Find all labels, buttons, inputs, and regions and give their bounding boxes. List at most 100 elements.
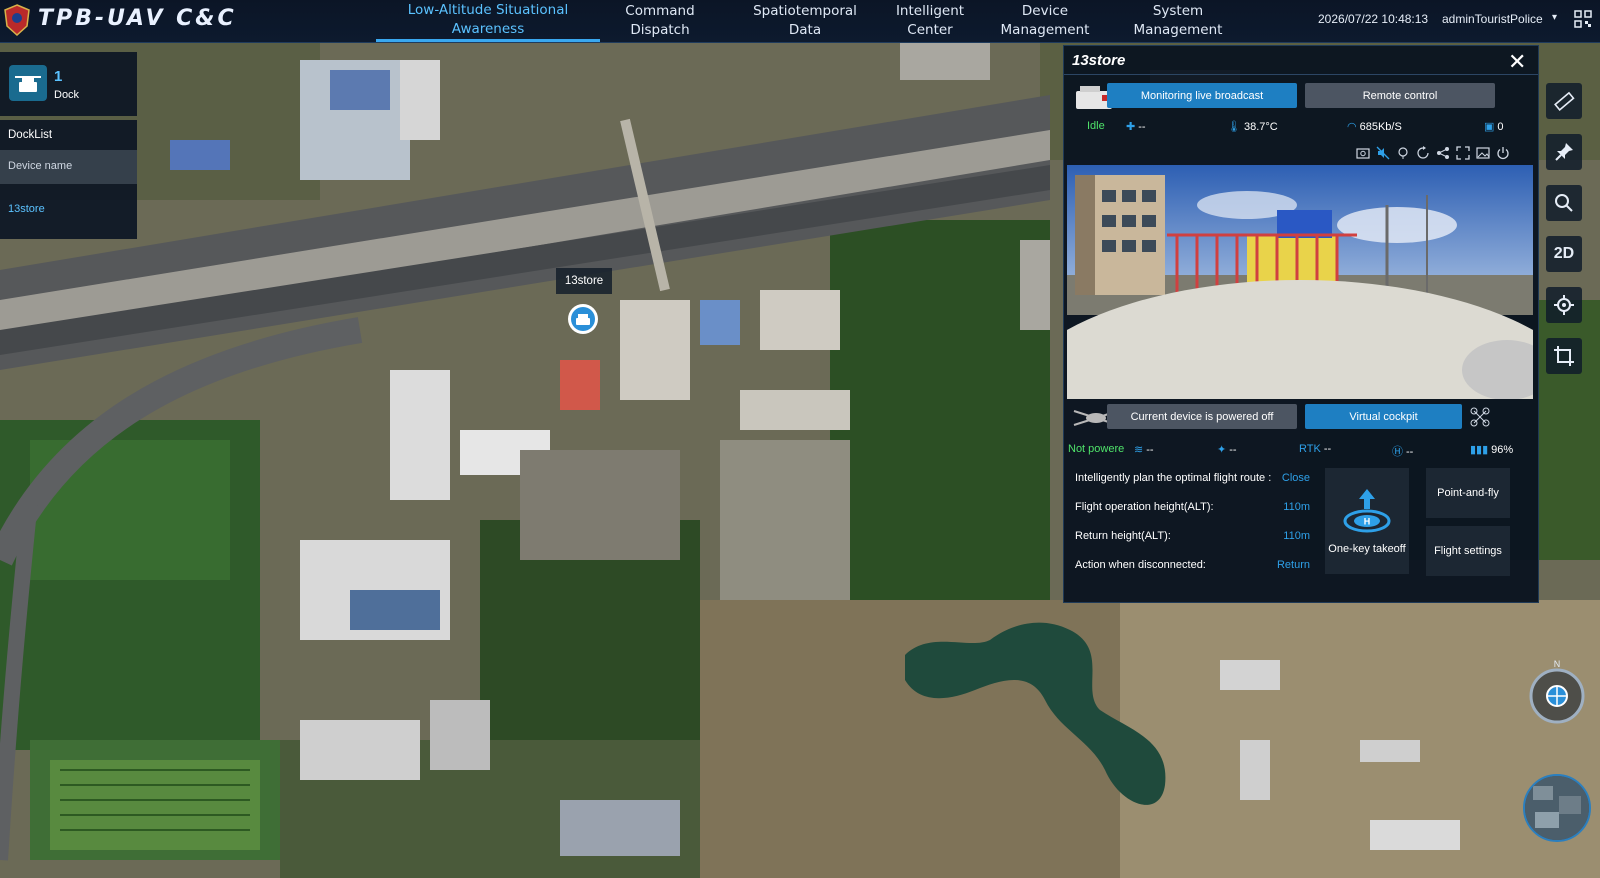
nav-label-line2: Dispatch [630, 22, 690, 38]
column-header-device-name: Device name [8, 160, 73, 172]
rtk-stat: RTK -- [1299, 443, 1331, 455]
nav-intelligent-center[interactable]: Intelligent Center [880, 0, 980, 42]
remote-control-button[interactable]: Remote control [1305, 83, 1495, 108]
disconnect-action-label: Action when disconnected: [1075, 559, 1206, 571]
temperature-value: 38.7°C [1243, 121, 1278, 133]
drone-link-icon: ✚ [1126, 121, 1136, 133]
2d-toggle-button[interactable]: 2D [1546, 236, 1582, 272]
return-height-label: Return height(ALT): [1075, 530, 1171, 542]
compass-north: N [1554, 659, 1561, 669]
battery-value: 96% [1491, 444, 1514, 456]
power-icon[interactable] [1496, 146, 1510, 160]
route-planning-toggle[interactable]: Close [1254, 472, 1310, 484]
flight-height-value[interactable]: 110m [1254, 501, 1310, 513]
nav-label-line1: Intelligent [895, 3, 965, 19]
storage-icon: ▣ [1484, 121, 1495, 133]
wind-icon: ≋ [1134, 444, 1144, 456]
return-height-value[interactable]: 110m [1254, 530, 1310, 542]
dock-link-stat: ✚ -- [1126, 120, 1146, 133]
route-planning-label: Intelligently plan the optimal flight ro… [1075, 472, 1272, 484]
dock-icon [9, 65, 47, 101]
chevron-down-icon[interactable]: ▾ [1552, 12, 1557, 23]
nav-label-line1: Command [625, 3, 695, 19]
live-video-feed[interactable] [1067, 165, 1533, 399]
share-icon[interactable] [1436, 146, 1450, 160]
monitoring-live-broadcast-button[interactable]: Monitoring live broadcast [1107, 83, 1297, 108]
thermometer-icon: 🌡 [1227, 121, 1241, 133]
nav-label-line2: Data [788, 22, 822, 38]
dock-count-label: Dock [54, 89, 80, 101]
police-emblem-icon [4, 4, 30, 36]
current-device-powered-off-button[interactable]: Current device is powered off [1107, 404, 1297, 429]
wind-stat: ≋ -- [1134, 443, 1154, 456]
temperature-stat: 🌡 38.7°C [1227, 120, 1278, 133]
nav-label-line1: System [1152, 3, 1204, 19]
nav-low-altitude-awareness[interactable]: Low-Altitude Situational Awareness [376, 0, 600, 42]
virtual-cockpit-button[interactable]: Virtual cockpit [1305, 404, 1462, 429]
nav-label-line2: Awareness [451, 20, 525, 37]
signal-icon: ◠ [1347, 121, 1357, 133]
disconnect-action-value[interactable]: Return [1254, 559, 1310, 571]
drone-propeller-icon[interactable] [1470, 407, 1490, 427]
satellite-icon: ✦ [1217, 444, 1227, 456]
home-point-stat: Ⓗ -- [1392, 443, 1413, 459]
divider [1064, 74, 1538, 75]
network-stat: ◠ 685Kb/S [1347, 120, 1402, 133]
nav-spatiotemporal-data[interactable]: Spatiotemporal Data [730, 0, 880, 42]
2d-label: 2D [1553, 245, 1575, 262]
locate-tool-button[interactable] [1546, 287, 1582, 323]
pin-tool-button[interactable] [1546, 134, 1582, 170]
nav-device-management[interactable]: Device Management [990, 0, 1100, 42]
locate-icon [1554, 295, 1574, 315]
dock-count: 1 [54, 68, 63, 85]
point-and-fly-button[interactable]: Point-and-fly [1426, 468, 1510, 518]
flight-settings-button[interactable]: Flight settings [1426, 526, 1510, 576]
flight-height-label: Flight operation height(ALT): [1075, 501, 1214, 513]
crop-icon [1554, 346, 1574, 366]
storage-stat: ▣ 0 [1484, 120, 1504, 133]
mute-icon[interactable] [1376, 146, 1390, 160]
dock-status: Idle [1087, 120, 1105, 132]
nav-label-line2: Center [907, 22, 953, 38]
search-icon [1555, 194, 1573, 212]
nav-label-line1: Device [1021, 3, 1069, 19]
drone-status: Not powere [1068, 443, 1125, 455]
minimap-thumbnail[interactable] [1523, 774, 1591, 842]
dock-marker-icon[interactable] [567, 303, 599, 335]
dock-list-header: Device name [0, 150, 137, 184]
home-point-value: -- [1406, 446, 1414, 458]
ruler-icon [1554, 91, 1575, 111]
refresh-icon[interactable] [1416, 146, 1430, 160]
compass-icon[interactable]: N [1527, 659, 1587, 725]
nav-label-line1: Spatiotemporal [753, 3, 857, 19]
nav-system-management[interactable]: System Management [1118, 0, 1238, 42]
location-icon[interactable] [1396, 146, 1410, 160]
qr-code-icon[interactable] [1574, 10, 1592, 28]
svg-text:H: H [1364, 517, 1371, 527]
dock-link-value: -- [1138, 121, 1146, 133]
nav-command-dispatch[interactable]: Command Dispatch [610, 0, 710, 42]
dock-list-item[interactable]: 13store [8, 203, 45, 215]
battery-icon: ▮▮▮ [1470, 444, 1489, 456]
app-title: TPB-UAV C&C [38, 6, 237, 31]
datetime: 2026/07/22 10:48:13 [1318, 12, 1429, 26]
map-marker-label: 13store [556, 268, 612, 294]
wind-value: -- [1146, 444, 1154, 456]
dock-list-title: DockList [8, 129, 53, 141]
takeoff-icon: H [1343, 489, 1391, 533]
search-tool-button[interactable] [1546, 185, 1582, 221]
close-icon[interactable]: ✕ [1508, 49, 1526, 75]
nav-label-line2: Management [1000, 22, 1090, 38]
screenshot-icon[interactable] [1356, 146, 1370, 160]
pin-icon [1555, 143, 1573, 161]
camera-toolbar [1356, 146, 1510, 160]
nav-label-line1: Low-Altitude Situational [407, 1, 569, 18]
home-point-icon: Ⓗ [1392, 446, 1403, 458]
image-icon[interactable] [1476, 146, 1490, 160]
user-name[interactable]: adminTouristPolice [1442, 12, 1543, 26]
one-key-takeoff-button[interactable]: H One-key takeoff [1325, 468, 1409, 574]
dock-summary-card[interactable]: 1 Dock [0, 52, 137, 116]
ruler-tool-button[interactable] [1546, 83, 1582, 119]
crop-tool-button[interactable] [1546, 338, 1582, 374]
fullscreen-icon[interactable] [1456, 146, 1470, 160]
